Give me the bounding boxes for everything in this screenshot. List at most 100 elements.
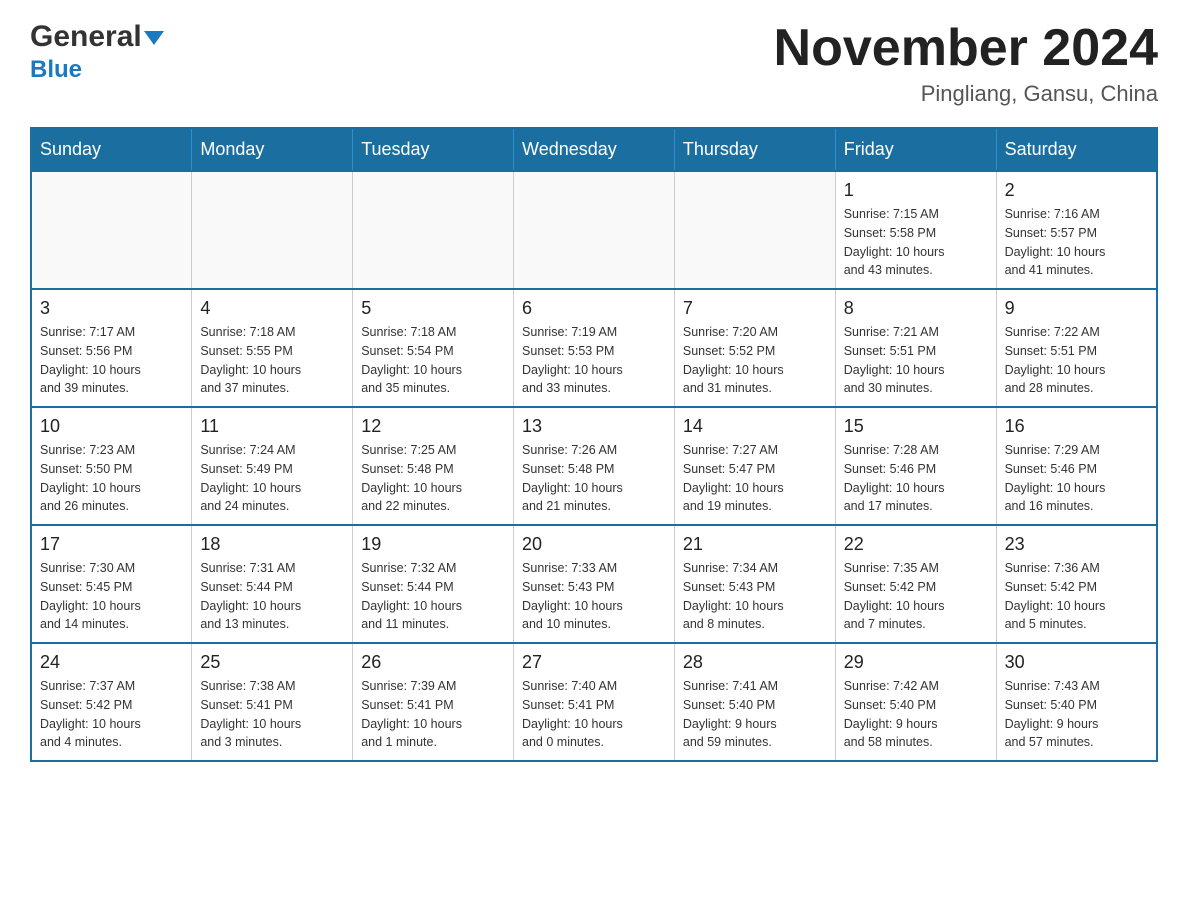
day-info: Sunrise: 7:18 AMSunset: 5:55 PMDaylight:… (200, 323, 344, 398)
calendar-week-row: 1 Sunrise: 7:15 AMSunset: 5:58 PMDaylight… (31, 171, 1157, 289)
calendar-day-cell: 25Sunrise: 7:38 AMSunset: 5:41 PMDayligh… (192, 643, 353, 761)
day-info: Sunrise: 7:36 AMSunset: 5:42 PMDaylight:… (1005, 559, 1148, 634)
day-number: 24 (40, 652, 183, 673)
calendar-day-cell: 12 Sunrise: 7:25 AMSunset: 5:48 PMDayligh… (353, 407, 514, 525)
day-number: 17 (40, 534, 183, 555)
day-info: Sunrise: 7:35 AMSunset: 5:42 PMDaylight:… (844, 559, 988, 634)
calendar-day-cell: 17 Sunrise: 7:30 AMSunset: 5:45 PMDayligh… (31, 525, 192, 643)
day-info: Sunrise: 7:27 AMSunset: 5:47 PMDaylight:… (683, 441, 827, 516)
day-info: Sunrise: 7:38 AMSunset: 5:41 PMDaylight:… (200, 677, 344, 752)
day-info: Sunrise: 7:43 AMSunset: 5:40 PMDaylight:… (1005, 677, 1148, 752)
day-of-week-header-sunday: Sunday (31, 128, 192, 171)
calendar-header-row: SundayMondayTuesdayWednesdayThursdayFrid… (31, 128, 1157, 171)
day-info: Sunrise: 7:17 AMSunset: 5:56 PMDaylight:… (40, 323, 183, 398)
calendar-day-cell: 3 Sunrise: 7:17 AMSunset: 5:56 PMDaylight… (31, 289, 192, 407)
day-info: Sunrise: 7:25 AMSunset: 5:48 PMDaylight:… (361, 441, 505, 516)
day-number: 6 (522, 298, 666, 319)
day-number: 29 (844, 652, 988, 673)
day-of-week-header-monday: Monday (192, 128, 353, 171)
calendar-day-cell: 8Sunrise: 7:21 AMSunset: 5:51 PMDaylight… (835, 289, 996, 407)
day-info: Sunrise: 7:22 AMSunset: 5:51 PMDaylight:… (1005, 323, 1148, 398)
calendar-week-row: 17 Sunrise: 7:30 AMSunset: 5:45 PMDayligh… (31, 525, 1157, 643)
calendar-day-cell: 19 Sunrise: 7:32 AMSunset: 5:44 PMDayligh… (353, 525, 514, 643)
day-info: Sunrise: 7:30 AMSunset: 5:45 PMDaylight:… (40, 559, 183, 634)
day-info: Sunrise: 7:24 AMSunset: 5:49 PMDaylight:… (200, 441, 344, 516)
day-info: Sunrise: 7:28 AMSunset: 5:46 PMDaylight:… (844, 441, 988, 516)
subtitle: Pingliang, Gansu, China (774, 81, 1158, 107)
day-of-week-header-wednesday: Wednesday (514, 128, 675, 171)
calendar-day-cell: 26Sunrise: 7:39 AMSunset: 5:41 PMDayligh… (353, 643, 514, 761)
day-of-week-header-tuesday: Tuesday (353, 128, 514, 171)
day-number: 13 (522, 416, 666, 437)
calendar-day-cell: 4 Sunrise: 7:18 AMSunset: 5:55 PMDaylight… (192, 289, 353, 407)
logo-triangle-icon (144, 31, 164, 45)
day-number: 12 (361, 416, 505, 437)
day-info: Sunrise: 7:33 AMSunset: 5:43 PMDaylight:… (522, 559, 666, 634)
calendar-day-cell: 30 Sunrise: 7:43 AMSunset: 5:40 PMDayligh… (996, 643, 1157, 761)
day-number: 11 (200, 416, 344, 437)
title-area: November 2024 Pingliang, Gansu, China (774, 20, 1158, 107)
day-info: Sunrise: 7:31 AMSunset: 5:44 PMDaylight:… (200, 559, 344, 634)
calendar-day-cell: 15 Sunrise: 7:28 AMSunset: 5:46 PMDayligh… (835, 407, 996, 525)
day-info: Sunrise: 7:40 AMSunset: 5:41 PMDaylight:… (522, 677, 666, 752)
day-info: Sunrise: 7:37 AMSunset: 5:42 PMDaylight:… (40, 677, 183, 752)
calendar-day-cell: 22 Sunrise: 7:35 AMSunset: 5:42 PMDayligh… (835, 525, 996, 643)
calendar-day-cell: 1 Sunrise: 7:15 AMSunset: 5:58 PMDaylight… (835, 171, 996, 289)
calendar-day-cell: 23Sunrise: 7:36 AMSunset: 5:42 PMDayligh… (996, 525, 1157, 643)
day-info: Sunrise: 7:26 AMSunset: 5:48 PMDaylight:… (522, 441, 666, 516)
calendar-day-cell: 27 Sunrise: 7:40 AMSunset: 5:41 PMDayligh… (514, 643, 675, 761)
calendar-day-cell: 5 Sunrise: 7:18 AMSunset: 5:54 PMDaylight… (353, 289, 514, 407)
day-number: 10 (40, 416, 183, 437)
day-number: 3 (40, 298, 183, 319)
calendar-week-row: 10 Sunrise: 7:23 AMSunset: 5:50 PMDayligh… (31, 407, 1157, 525)
calendar-day-cell: 29 Sunrise: 7:42 AMSunset: 5:40 PMDayligh… (835, 643, 996, 761)
day-info: Sunrise: 7:34 AMSunset: 5:43 PMDaylight:… (683, 559, 827, 634)
calendar-day-cell (192, 171, 353, 289)
calendar-day-cell: 28Sunrise: 7:41 AMSunset: 5:40 PMDayligh… (674, 643, 835, 761)
day-number: 16 (1005, 416, 1148, 437)
day-of-week-header-saturday: Saturday (996, 128, 1157, 171)
calendar-day-cell: 14 Sunrise: 7:27 AMSunset: 5:47 PMDayligh… (674, 407, 835, 525)
calendar-day-cell: 20Sunrise: 7:33 AMSunset: 5:43 PMDayligh… (514, 525, 675, 643)
calendar-day-cell: 9 Sunrise: 7:22 AMSunset: 5:51 PMDaylight… (996, 289, 1157, 407)
logo: General Blue (30, 20, 164, 84)
day-info: Sunrise: 7:29 AMSunset: 5:46 PMDaylight:… (1005, 441, 1148, 516)
day-of-week-header-friday: Friday (835, 128, 996, 171)
day-number: 30 (1005, 652, 1148, 673)
day-info: Sunrise: 7:41 AMSunset: 5:40 PMDaylight:… (683, 677, 827, 752)
day-info: Sunrise: 7:23 AMSunset: 5:50 PMDaylight:… (40, 441, 183, 516)
day-number: 27 (522, 652, 666, 673)
day-number: 1 (844, 180, 988, 201)
day-number: 26 (361, 652, 505, 673)
calendar-day-cell: 18Sunrise: 7:31 AMSunset: 5:44 PMDayligh… (192, 525, 353, 643)
day-info: Sunrise: 7:16 AMSunset: 5:57 PMDaylight:… (1005, 205, 1148, 280)
calendar-day-cell (514, 171, 675, 289)
logo-general-text: General (30, 20, 142, 53)
day-number: 21 (683, 534, 827, 555)
day-number: 4 (200, 298, 344, 319)
day-info: Sunrise: 7:18 AMSunset: 5:54 PMDaylight:… (361, 323, 505, 398)
day-number: 22 (844, 534, 988, 555)
logo-general: General (30, 20, 164, 54)
day-number: 9 (1005, 298, 1148, 319)
day-number: 8 (844, 298, 988, 319)
calendar-day-cell: 16 Sunrise: 7:29 AMSunset: 5:46 PMDayligh… (996, 407, 1157, 525)
calendar-day-cell: 7Sunrise: 7:20 AMSunset: 5:52 PMDaylight… (674, 289, 835, 407)
day-info: Sunrise: 7:19 AMSunset: 5:53 PMDaylight:… (522, 323, 666, 398)
day-info: Sunrise: 7:15 AMSunset: 5:58 PMDaylight:… (844, 205, 988, 280)
page-header: General Blue November 2024 Pingliang, Ga… (30, 20, 1158, 107)
day-number: 5 (361, 298, 505, 319)
day-number: 19 (361, 534, 505, 555)
day-number: 15 (844, 416, 988, 437)
logo-blue-text: Blue (30, 56, 82, 84)
day-number: 14 (683, 416, 827, 437)
day-number: 7 (683, 298, 827, 319)
day-info: Sunrise: 7:32 AMSunset: 5:44 PMDaylight:… (361, 559, 505, 634)
calendar-day-cell (353, 171, 514, 289)
day-info: Sunrise: 7:42 AMSunset: 5:40 PMDaylight:… (844, 677, 988, 752)
calendar-day-cell: 11 Sunrise: 7:24 AMSunset: 5:49 PMDayligh… (192, 407, 353, 525)
calendar-day-cell: 13 Sunrise: 7:26 AMSunset: 5:48 PMDayligh… (514, 407, 675, 525)
calendar-day-cell: 21 Sunrise: 7:34 AMSunset: 5:43 PMDayligh… (674, 525, 835, 643)
day-number: 2 (1005, 180, 1148, 201)
calendar-week-row: 24 Sunrise: 7:37 AMSunset: 5:42 PMDayligh… (31, 643, 1157, 761)
